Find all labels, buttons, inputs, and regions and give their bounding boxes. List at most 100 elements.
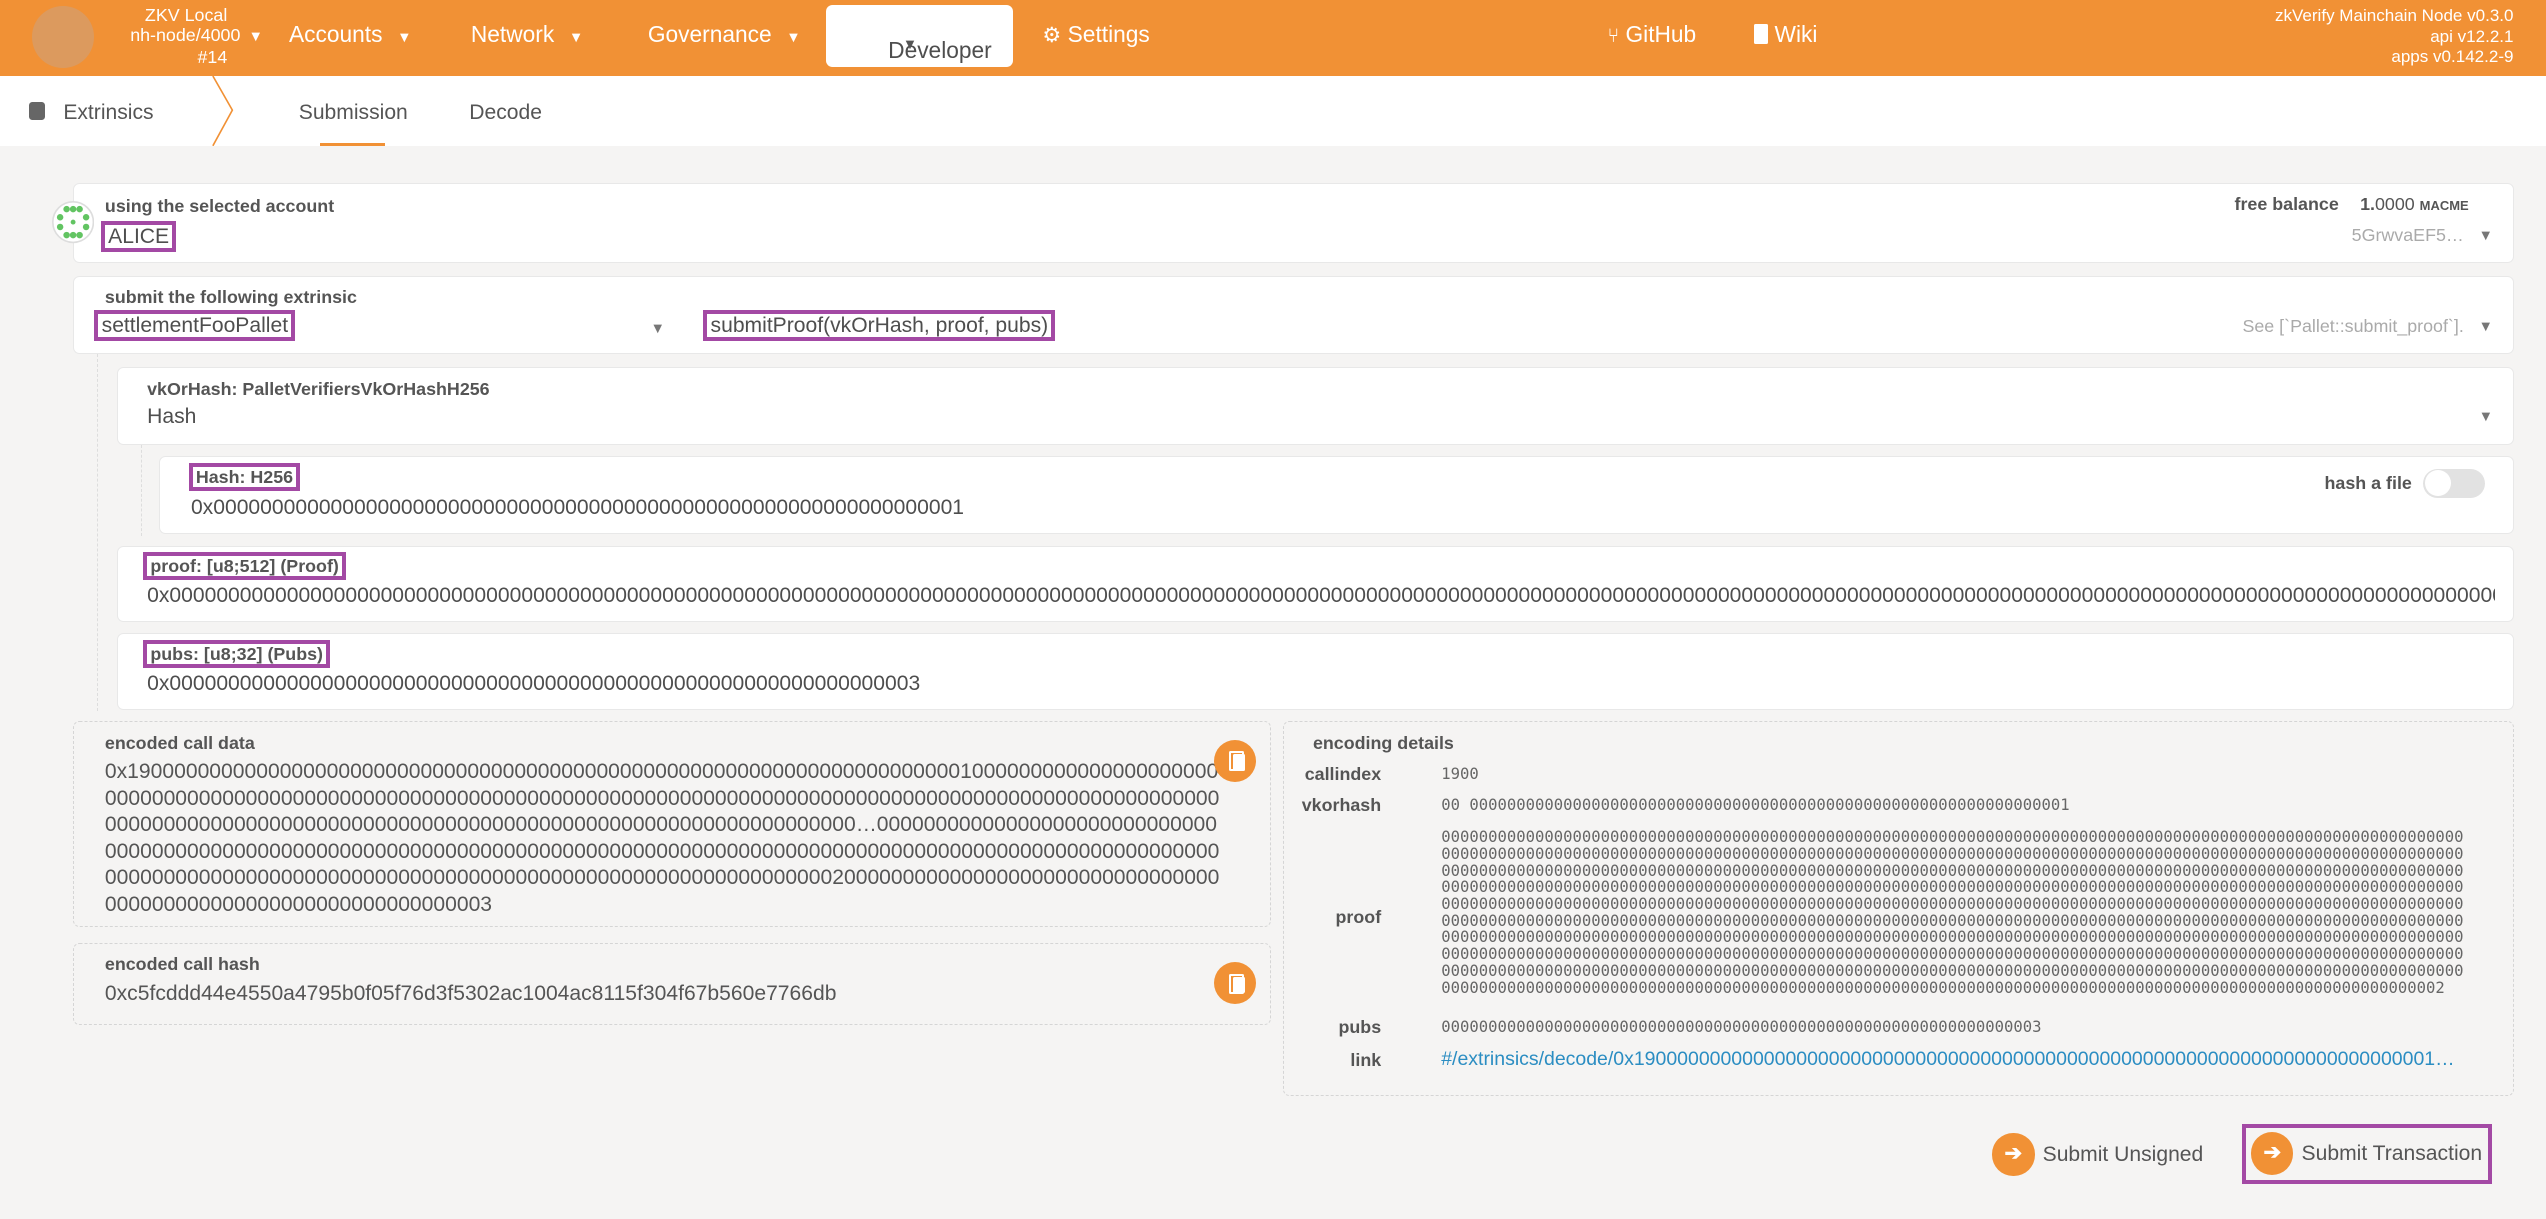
book-icon [1753, 24, 1769, 44]
pallet-value: settlementFooPallet [94, 310, 296, 342]
vkorhash-param[interactable]: vkOrHash: PalletVerifiersVkOrHashH256 Ha… [116, 366, 2514, 445]
dropdown-arrow-icon[interactable]: ▼ [2479, 228, 2493, 244]
node-version: zkVerify Mainchain Node v0.3.0 [2274, 6, 2514, 26]
hash-param: Hash: H256 0x000000000000000000000000000… [159, 456, 2514, 535]
code-branch-icon: ⑂ [1607, 25, 1620, 48]
nav-label: Wiki [1774, 21, 1818, 48]
pubs-label: pubs [1338, 1017, 1382, 1038]
pallet-dropdown[interactable]: settlementFooPallet [94, 310, 666, 342]
copy-icon[interactable] [1213, 962, 1257, 1005]
copy-icon[interactable] [1213, 739, 1257, 782]
account-label: using the selected account [104, 195, 335, 216]
gear-icon: ⚙ [1042, 24, 1062, 48]
vkorhash-value: 00 0000000000000000000000000000000000000… [1441, 795, 2070, 814]
node-name: nh-node/4000 [130, 25, 241, 46]
api-version: api v12.2.1 [2430, 26, 2514, 46]
section-extrinsics: Extrinsics [29, 100, 154, 125]
free-balance-value: 1.0000 MACME [2360, 194, 2469, 215]
nav-label: Accounts [289, 21, 383, 48]
call-dropdown[interactable]: submitProof(vkOrHash, proof, pubs) [703, 310, 1056, 342]
chevron-down-icon: ▼ [786, 30, 801, 47]
params-indent [97, 353, 99, 712]
nav-accounts[interactable]: Accounts ▼ [289, 21, 412, 48]
callindex-value: 1900 [1441, 764, 1479, 783]
pubs-input[interactable]: 0x00000000000000000000000000000000000000… [147, 672, 920, 696]
encoded-call-hash: encoded call hash 0xc5fcddd44e4550a4795b… [73, 943, 1272, 1025]
vkorhash-label: vkorhash [1301, 794, 1382, 815]
envelope-icon [29, 102, 46, 121]
sign-in-icon: ➔ [2251, 1132, 2294, 1175]
breadcrumb-divider [211, 76, 234, 147]
apps-version: apps v0.142.2-9 [2391, 47, 2514, 67]
decode-link[interactable]: #/extrinsics/decode/0x190000000000000000… [1441, 1048, 2461, 1071]
param-label: proof: [u8;512] (Proof) [143, 552, 347, 581]
hash-file-toggle[interactable] [2423, 468, 2485, 498]
nav-github[interactable]: ⑂ GitHub [1607, 21, 1696, 48]
button-label: Submit Transaction [2301, 1142, 2483, 1166]
section-label: Extrinsics [63, 100, 154, 124]
nav-settings[interactable]: ⚙ Settings [1042, 21, 1149, 48]
account-selector[interactable]: using the selected account ALICE free ba… [73, 183, 2514, 264]
link-label: link [1350, 1049, 1382, 1070]
chain-logo[interactable] [32, 6, 95, 69]
active-tab-indicator [319, 142, 385, 147]
encoded-call-data-value: 0x19000000000000000000000000000000000000… [104, 760, 1220, 916]
nav-governance[interactable]: Governance ▼ [648, 21, 801, 48]
chevron-down-icon: ▼ [397, 30, 412, 47]
button-label: Submit Unsigned [2042, 1143, 2204, 1167]
account-address: 5GrwvaEF5… [2351, 225, 2464, 246]
encoding-details-label: encoding details [1312, 733, 1454, 754]
nav-network[interactable]: Network ▼ [471, 21, 583, 48]
account-identicon [51, 201, 95, 244]
extrinsic-label: submit the following extrinsic [104, 286, 357, 307]
dropdown-arrow-icon[interactable]: ▼ [2479, 409, 2493, 425]
tab-decode[interactable]: Decode [469, 101, 542, 125]
callindex-label: callindex [1304, 764, 1382, 785]
hash-file-label: hash a file [2324, 473, 2412, 494]
free-balance-label: free balance [2234, 194, 2339, 215]
encoded-call-hash-label: encoded call hash [104, 954, 260, 975]
extrinsic-selector: submit the following extrinsic settlemen… [73, 276, 2514, 354]
chevron-down-icon: ▼ [902, 37, 918, 54]
param-label: pubs: [u8;32] (Pubs) [143, 639, 331, 669]
proof-label: proof [1335, 907, 1382, 928]
app: ZKV Local nh-node/4000 ▼ #14 Accounts ▼ Ne… [0, 0, 2546, 1219]
balance-integer: 1. [2360, 194, 2375, 215]
proof-input[interactable]: 0x00000000000000000000000000000000000000… [147, 584, 2495, 608]
chevron-down-icon: ▼ [568, 30, 584, 47]
pubs-param: pubs: [u8;32] (Pubs) 0x00000000000000000… [116, 633, 2514, 710]
block-number: #14 [197, 47, 228, 68]
nested-indent [141, 444, 142, 536]
param-label: vkOrHash: PalletVerifiersVkOrHashH256 [147, 379, 490, 400]
version-info: zkVerify Mainchain Node v0.3.0 api v12.2… [2275, 6, 2514, 67]
nav-label: Governance [647, 21, 772, 48]
account-name: ALICE [100, 220, 177, 253]
chevron-down-icon: ▼ [248, 29, 264, 46]
call-value: submitProof(vkOrHash, proof, pubs) [703, 310, 1056, 342]
nav-label: Network [470, 21, 555, 48]
chain-selector[interactable]: ZKV Local nh-node/4000 ▼ #14 [101, 5, 263, 68]
hash-input[interactable]: 0x00000000000000000000000000000000000000… [191, 496, 964, 520]
encoded-call-hash-value: 0xc5fcddd44e4550a4795b0f05f76d3f5302ac10… [104, 981, 837, 1005]
tab-submission[interactable]: Submission [299, 101, 408, 125]
nav-label: Settings [1067, 21, 1150, 48]
chain-name: ZKV Local [144, 4, 228, 25]
param-label: Hash: H256 [188, 462, 301, 492]
submit-transaction-button[interactable]: ➔ Submit Transaction [2242, 1123, 2493, 1184]
call-doc: See [`Pallet::submit_proof`]. [2242, 316, 2464, 336]
sub-nav: Extrinsics Submission Decode [0, 76, 2546, 147]
dropdown-arrow-icon[interactable]: ▼ [2479, 319, 2493, 335]
encoding-details: encoding details callindex 1900 vkorhash… [1282, 720, 2514, 1096]
encoded-call-data: encoded call data 0x19000000000000000000… [73, 720, 1272, 928]
encoded-call-data-label: encoded call data [104, 733, 255, 754]
balance-decimals: 0000 [2374, 194, 2415, 215]
nav-wiki[interactable]: Wiki [1753, 21, 1818, 48]
pubs-value: 0000000000000000000000000000000000000000… [1441, 1018, 2042, 1037]
top-nav: ZKV Local nh-node/4000 ▼ #14 Accounts ▼ Ne… [0, 0, 2546, 77]
proof-param: proof: [u8;512] (Proof) 0x00000000000000… [116, 545, 2514, 622]
nav-label: GitHub [1625, 21, 1697, 48]
dropdown-arrow-icon[interactable]: ▼ [650, 321, 664, 337]
balance-unit: MACME [2419, 198, 2469, 214]
proof-value: 0000000000000000000000000000000000000000… [1441, 828, 2464, 997]
nav-developer[interactable]: Developer ▼ [826, 4, 1014, 67]
